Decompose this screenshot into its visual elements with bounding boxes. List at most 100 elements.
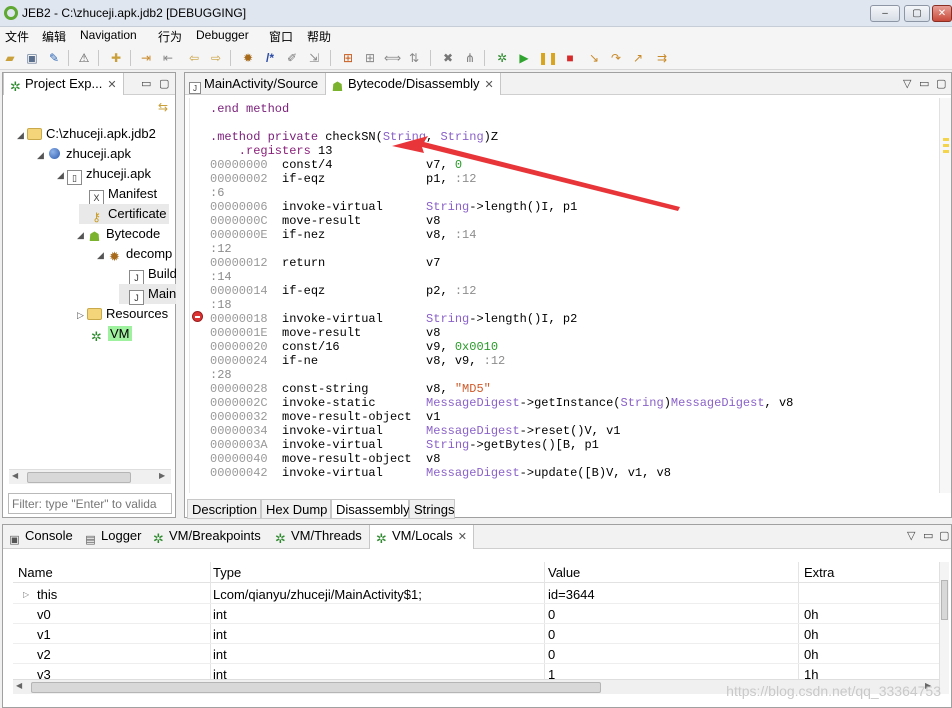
code-line[interactable]: :6 [210,186,224,200]
minimize-view-icon[interactable]: ▭ [141,77,151,90]
tab-project-explorer[interactable]: ✲ Project Exp... ✕ [3,73,124,95]
table-row[interactable]: ▷ this Lcom/qianyu/zhuceji/MainActivity$… [13,584,939,604]
view-menu-icon[interactable]: ▽ [907,529,915,542]
warning-icon[interactable]: ⚠ [76,50,92,66]
debug-icon[interactable]: ✲ [494,50,510,66]
tree-item-vm[interactable]: ✲ VM [79,324,132,344]
run-to-icon[interactable]: ⇉ [654,50,670,66]
tab-description[interactable]: Description [187,499,261,519]
tab-vm-locals[interactable]: ✲ VM/Locals ✕ [369,525,474,549]
overview-marker[interactable] [943,138,949,141]
locals-vscrollbar[interactable] [939,562,949,694]
scroll-left-icon[interactable]: ◀ [12,471,18,480]
table-row[interactable]: v1 int 0 0h [13,624,939,644]
comment-icon[interactable]: /* [262,50,278,66]
menu-navigation[interactable]: Navigation [80,28,137,42]
scroll-thumb[interactable] [941,580,948,620]
code-line[interactable]: 0000001E move-result v8 [210,326,440,340]
new-file-icon[interactable]: ✚ [108,50,124,66]
code-line[interactable]: 00000018 invoke-virtual String->length()… [210,312,577,326]
link-editor-icon[interactable]: ⇆ [155,99,171,115]
overview-marker[interactable] [943,144,949,147]
code-line[interactable]: 0000002C invoke-static MessageDigest->ge… [210,396,793,410]
menu-debugger[interactable]: Debugger [196,28,249,42]
xref-icon[interactable]: ⇅ [406,50,422,66]
column-value[interactable]: Value [548,565,580,580]
code-line[interactable]: 00000002 if-eqz p1, :12 [210,172,476,186]
code-line[interactable]: .method private checkSN(String, String)Z [210,130,498,144]
tab-vm-threads[interactable]: ✲ VM/Threads [269,525,368,549]
tree-item-resources[interactable]: ▷ Resources [77,304,168,324]
code-line[interactable]: 00000012 return v7 [210,256,440,270]
menu-edit[interactable]: 编辑 [42,28,66,45]
code-line[interactable]: :12 [210,242,232,256]
tree-item-main[interactable]: J Main [119,284,177,305]
wrench-icon[interactable]: ✎ [46,50,62,66]
tab-logger[interactable]: ▤ Logger [79,525,147,549]
code-line[interactable]: .end method [210,102,289,116]
code-line[interactable]: :14 [210,270,232,284]
table-row[interactable]: v0 int 0 0h [13,604,939,624]
column-extra[interactable]: Extra [804,565,834,580]
maximize-view-icon[interactable]: ▢ [159,77,169,90]
code-line[interactable]: 00000028 const-string v8, "MD5" [210,382,491,396]
code-line[interactable]: 00000034 invoke-virtual MessageDigest->r… [210,424,621,438]
step-out-icon[interactable]: ↗ [630,50,646,66]
code-line[interactable]: .registers 13 [210,144,333,158]
tab-vm-breakpoints[interactable]: ✲ VM/Breakpoints [147,525,267,549]
project-filter-input[interactable]: Filter: type "Enter" to valida [8,493,172,514]
code-line[interactable]: :28 [210,368,232,382]
menu-file[interactable]: 文件 [5,28,29,45]
tree-item-build[interactable]: J Build [119,264,177,285]
rename-icon[interactable]: ✐ [284,50,300,66]
delete-icon[interactable]: ✖ [440,50,456,66]
step-into-icon[interactable]: ↘ [586,50,602,66]
tree-item-certificate[interactable]: ⚷ Certificate [79,204,169,224]
grid-icon[interactable]: ⊞ [340,50,356,66]
column-name[interactable]: Name [18,565,53,580]
import-icon[interactable]: ⇥ [138,50,154,66]
table-row[interactable]: v3 int 1 1h [13,664,939,680]
save-icon[interactable]: ▣ [24,50,40,66]
tree-item-apk[interactable]: ◢ ▯ zhuceji.apk [57,164,151,185]
close-button[interactable]: ✕ [932,5,952,22]
forward-icon[interactable]: ⇨ [208,50,224,66]
minimize-button[interactable]: – [870,5,900,22]
code-line[interactable]: 00000024 if-ne v8, v9, :12 [210,354,505,368]
tab-disassembly[interactable]: Disassembly [331,499,410,519]
stop-icon[interactable]: ■ [562,50,578,66]
scroll-thumb[interactable] [31,682,601,693]
code-line[interactable]: 0000000E if-nez v8, :14 [210,228,476,242]
scroll-thumb[interactable] [27,472,131,483]
tab-hex-dump[interactable]: Hex Dump [261,499,331,519]
tab-bytecode-disassembly[interactable]: ☗ Bytecode/Disassembly ✕ [325,73,501,95]
tree-icon[interactable]: ⋔ [462,50,478,66]
code-line[interactable]: 0000000C move-result v8 [210,214,440,228]
code-icon[interactable]: ⟺ [384,50,401,66]
close-tab-icon[interactable]: ✕ [485,79,494,91]
close-tab-icon[interactable]: ✕ [458,531,467,543]
pause-icon[interactable]: ❚❚ [538,50,558,66]
run-icon[interactable]: ▶ [516,50,532,66]
column-type[interactable]: Type [213,565,241,580]
breakpoint-icon[interactable] [192,311,203,322]
menu-window[interactable]: 窗口 [269,28,293,45]
expand-icon[interactable]: ▷ [23,590,29,599]
maximize-button[interactable]: ▢ [904,5,930,22]
tab-strings[interactable]: Strings [409,499,455,519]
step-over-icon[interactable]: ↷ [608,50,624,66]
menu-action[interactable]: 行为 [158,28,182,45]
minimize-view-icon[interactable]: ▭ [919,77,929,90]
overview-marker[interactable] [943,150,949,153]
scroll-right-icon[interactable]: ▶ [159,471,165,480]
grid2-icon[interactable]: ⊞ [362,50,378,66]
project-hscrollbar[interactable]: ◀ ▶ [9,469,171,484]
code-line[interactable]: 00000000 const/4 v7, 0 [210,158,462,172]
export-icon[interactable]: ⇤ [160,50,176,66]
table-row[interactable]: v2 int 0 0h [13,644,939,664]
tree-item-decompiled[interactable]: ◢ ✹ decomp [97,244,172,264]
code-line[interactable]: 00000020 const/16 v9, 0x0010 [210,340,498,354]
back-icon[interactable]: ⇦ [186,50,202,66]
code-line[interactable]: 00000040 move-result-object v8 [210,452,440,466]
tree-item-bytecode[interactable]: ◢ ☗ Bytecode [77,224,160,244]
